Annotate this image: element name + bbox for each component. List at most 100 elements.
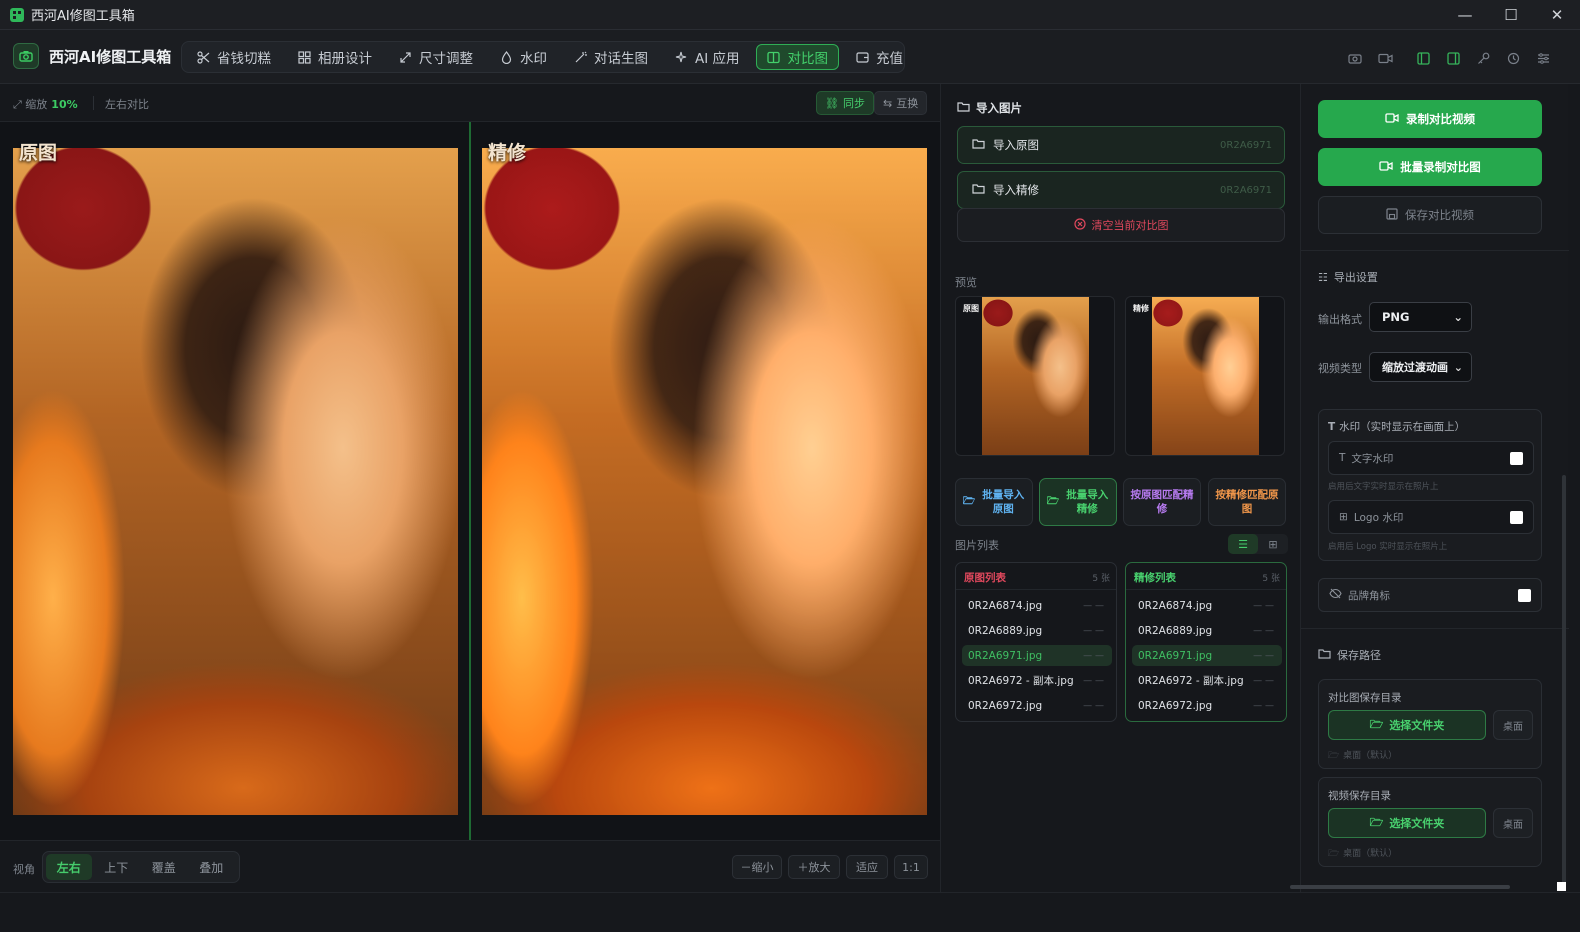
logo-watermark-checkbox[interactable] [1510, 510, 1523, 524]
image-icon: ⊞ [1339, 511, 1348, 523]
batch-import-original-button[interactable]: 🗁 批量导入原图 [955, 478, 1033, 526]
format-select[interactable]: PNG ⌄ [1369, 302, 1472, 332]
view-blend[interactable]: 叠加 [189, 854, 235, 880]
nav-tab-ai-apps[interactable]: AI 应用 [664, 44, 750, 70]
choose-folder-button[interactable]: 🗁 选择文件夹 [1328, 808, 1486, 838]
nav-tab-cut[interactable]: 省钱切糕 [186, 44, 281, 70]
nav-tab-chat-image[interactable]: 对话生图 [563, 44, 658, 70]
desktop-button[interactable]: 桌面 [1493, 710, 1533, 740]
filename: 0R2A6889.jpg [968, 624, 1043, 637]
import-retouched-button[interactable]: 导入精修 0R2A6971 [957, 171, 1285, 209]
clear-compare-button[interactable]: 清空当前对比图 [957, 208, 1285, 242]
view-mode-label: 视角 [13, 863, 35, 876]
preview-retouched[interactable]: 精修 [1125, 296, 1285, 456]
compare-viewer: ⤢ 缩放 10% 左右对比 ⛓ 同步 ⇆ 互换 原图 精修 视角 左右 上下 覆盖 叠… [0, 84, 940, 892]
match-by-original-label: 按原图匹配精修 [1130, 489, 1194, 515]
nav-label: 对话生图 [594, 51, 648, 67]
folder-icon [972, 138, 985, 152]
text-watermark-row[interactable]: T 文字水印 [1328, 441, 1534, 475]
fit-button[interactable]: 适应 [846, 855, 888, 879]
import-panel: 导入图片 导入原图 0R2A6971 导入精修 0R2A6971 清空当前对比图… [940, 84, 1300, 892]
settings-sliders-icon[interactable] [1528, 48, 1558, 68]
list-item[interactable]: 0R2A6889.jpg — — [962, 620, 1112, 641]
nav-tab-album[interactable]: 相册设计 [287, 44, 382, 70]
view-top-bottom[interactable]: 上下 [94, 854, 140, 880]
brand-name: 西河AI修图工具箱 [49, 47, 172, 66]
video-type-select[interactable]: 缩放过渡动画 ⌄ [1369, 352, 1472, 382]
grid-view-icon[interactable]: ⊞ [1258, 534, 1288, 554]
save-video-button[interactable]: 保存对比视频 [1318, 196, 1542, 234]
batch-import-retouched-button[interactable]: 🗁 批量导入精修 [1039, 478, 1117, 526]
minimize-button[interactable]: — [1442, 0, 1488, 30]
camera-icon [13, 43, 39, 69]
brand-corner-row[interactable]: 品牌角标 [1318, 578, 1542, 612]
list-item-meta: — — [1253, 625, 1274, 636]
nav-tab-watermark[interactable]: 水印 [489, 44, 557, 70]
choose-folder-button[interactable]: 🗁 选择文件夹 [1328, 710, 1486, 740]
vertical-scrollbar[interactable] [1562, 475, 1566, 885]
desktop-button[interactable]: 桌面 [1493, 808, 1533, 838]
swap-button[interactable]: ⇆ 互换 [874, 91, 928, 115]
text-watermark-label: 文字水印 [1351, 452, 1394, 465]
horizontal-scrollbar[interactable] [1290, 885, 1510, 889]
brand-corner-checkbox[interactable] [1518, 588, 1531, 602]
batch-record-button[interactable]: 批量录制对比图 [1318, 148, 1542, 186]
screenshot-icon[interactable] [1340, 48, 1370, 68]
record-video-button[interactable]: 录制对比视频 [1318, 100, 1542, 138]
magic-wand-icon [573, 50, 587, 64]
retouched-image[interactable] [482, 148, 927, 815]
folder-icon [972, 183, 985, 197]
split-divider-handle[interactable] [469, 122, 471, 840]
original-image-label: 原图 [19, 142, 58, 164]
text-icon: T [1328, 421, 1336, 433]
text-watermark-checkbox[interactable] [1510, 451, 1523, 465]
list-item[interactable]: 0R2A6972.jpg — — [1132, 695, 1282, 716]
scissors-icon [196, 50, 210, 64]
match-by-retouched-button[interactable]: 按精修匹配原图 [1208, 478, 1286, 526]
list-view-icon[interactable]: ☰ [1228, 534, 1258, 554]
import-title: 导入图片 [957, 100, 1022, 116]
list-item[interactable]: 0R2A6972 - 副本.jpg — — [962, 670, 1112, 691]
list-item[interactable]: 0R2A6874.jpg — — [1132, 595, 1282, 616]
list-item[interactable]: 0R2A6874.jpg — — [962, 595, 1112, 616]
divider [956, 589, 1116, 590]
history-icon[interactable] [1498, 48, 1528, 68]
video-icon[interactable] [1370, 48, 1400, 68]
view-side-by-side[interactable]: 左右 [46, 854, 92, 880]
save-path-title: 保存路径 [1318, 647, 1381, 663]
nav-tab-resize[interactable]: 尺寸调整 [388, 44, 483, 70]
folder-icon: 🗁 [1328, 751, 1340, 761]
import-original-button[interactable]: 导入原图 0R2A6971 [957, 126, 1285, 164]
nav-tab-compare[interactable]: 对比图 [755, 44, 840, 70]
match-by-original-button[interactable]: 按原图匹配精修 [1123, 478, 1201, 526]
list-item[interactable]: 0R2A6972 - 副本.jpg — — [1132, 670, 1282, 691]
maximize-button[interactable]: ☐ [1488, 0, 1534, 30]
batch-record-label: 批量录制对比图 [1400, 160, 1481, 174]
import-title-text: 导入图片 [976, 101, 1022, 115]
list-item-selected[interactable]: 0R2A6971.jpg — — [1132, 645, 1282, 666]
view-overlay[interactable]: 覆盖 [141, 854, 187, 880]
zoom-in-button[interactable]: ＋放大 [788, 855, 840, 879]
list-item[interactable]: 0R2A6889.jpg — — [1132, 620, 1282, 641]
close-button[interactable]: ✕ [1534, 0, 1580, 30]
list-item-selected[interactable]: 0R2A6971.jpg — — [962, 645, 1112, 666]
nav-label: AI 应用 [695, 51, 740, 67]
preview-original[interactable]: 原图 [955, 296, 1115, 456]
compare-icon [767, 50, 781, 64]
sync-button[interactable]: ⛓ 同步 [816, 91, 874, 115]
logo-watermark-row[interactable]: ⊞ Logo 水印 [1328, 500, 1534, 534]
window-titlebar: 西河AI修图工具箱 — ☐ ✕ [0, 0, 1580, 30]
default-path-text: 桌面（默认） [1343, 849, 1398, 859]
original-image[interactable] [13, 148, 458, 815]
left-panel-toggle-icon[interactable] [1408, 48, 1438, 68]
resize-corner[interactable] [1557, 882, 1566, 891]
key-icon[interactable] [1468, 48, 1498, 68]
list-item[interactable]: 0R2A6972.jpg — — [962, 695, 1112, 716]
nav-tab-recharge[interactable]: 充值 [845, 44, 913, 70]
zoom-out-button[interactable]: －缩小 [732, 855, 782, 879]
default-path: 🗁 桌面（默认） [1328, 748, 1397, 764]
default-path: 🗁 桌面（默认） [1328, 846, 1397, 862]
actual-size-button[interactable]: 1:1 [894, 855, 928, 879]
right-panel-toggle-icon[interactable] [1438, 48, 1468, 68]
video-icon [1385, 112, 1399, 126]
